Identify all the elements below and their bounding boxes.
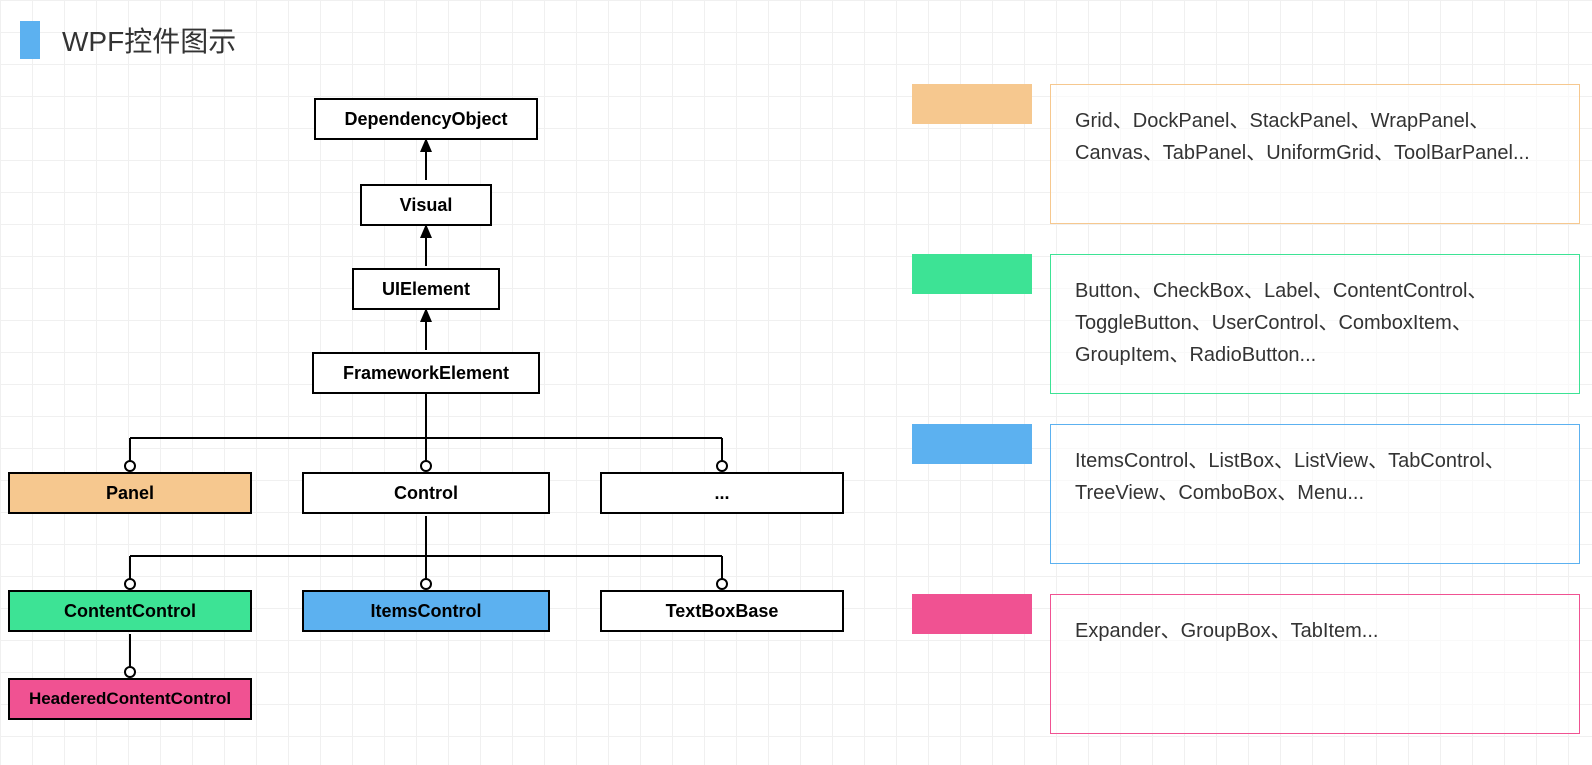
legend-box-panel: Grid、DockPanel、StackPanel、WrapPanel、Canv… [1050, 84, 1580, 224]
legend-text-headered-content-control: Expander、GroupBox、TabItem... [1075, 620, 1378, 642]
node-headered-content-control: HeaderedContentControl [8, 678, 252, 720]
diagram-title-block: WPF控件图示 [20, 20, 236, 60]
legend-swatch-panel [912, 84, 1032, 124]
node-uielement: UIElement [352, 268, 500, 310]
node-textbox-base: TextBoxBase [600, 590, 844, 632]
legend-text-panel: Grid、DockPanel、StackPanel、WrapPanel、Canv… [1075, 110, 1530, 164]
node-items-control: ItemsControl [302, 590, 550, 632]
legend-box-items-control: ItemsControl、ListBox、ListView、TabControl… [1050, 424, 1580, 564]
legend-box-headered-content-control: Expander、GroupBox、TabItem... [1050, 594, 1580, 734]
node-panel: Panel [8, 472, 252, 514]
legend-swatch-content-control [912, 254, 1032, 294]
node-framework-element: FrameworkElement [312, 352, 540, 394]
diagram-title: WPF控件图示 [62, 20, 236, 60]
legend-swatch-items-control [912, 424, 1032, 464]
legend-text-content-control: Button、CheckBox、Label、ContentControl、Tog… [1075, 280, 1487, 366]
legend-swatch-headered-content-control [912, 594, 1032, 634]
legend-box-content-control: Button、CheckBox、Label、ContentControl、Tog… [1050, 254, 1580, 394]
title-accent-bar [20, 21, 40, 59]
node-content-control: ContentControl [8, 590, 252, 632]
node-visual: Visual [360, 184, 492, 226]
node-dependency-object: DependencyObject [314, 98, 538, 140]
legend-text-items-control: ItemsControl、ListBox、ListView、TabControl… [1075, 450, 1505, 504]
node-control: Control [302, 472, 550, 514]
node-ellipsis: ... [600, 472, 844, 514]
